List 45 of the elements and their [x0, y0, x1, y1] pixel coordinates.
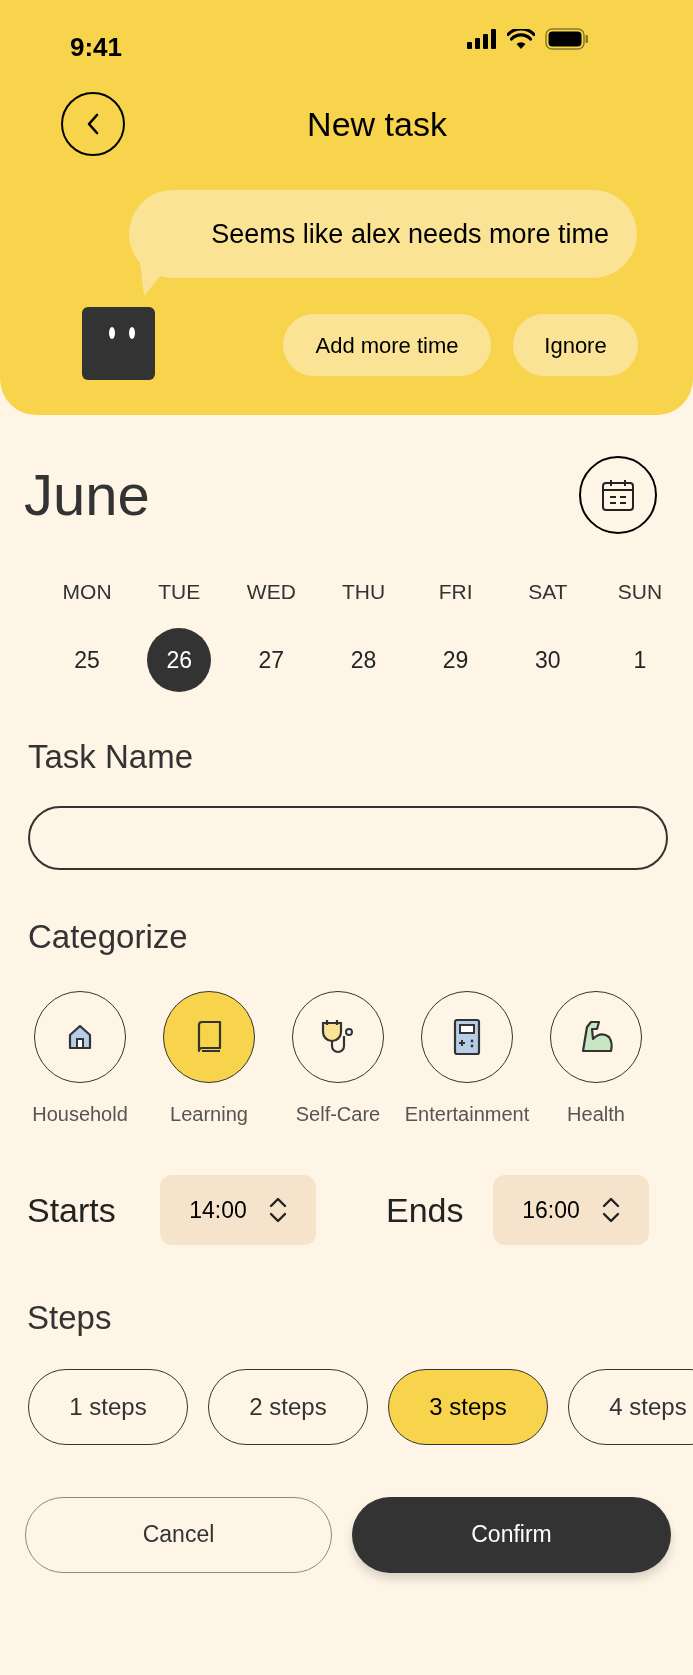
date-button[interactable]: 29 — [423, 628, 488, 692]
section-title: Categorize — [28, 916, 189, 957]
chevron-up-down-icon — [601, 1197, 620, 1223]
confirm-button[interactable]: Confirm — [352, 1496, 671, 1573]
date-button[interactable]: 28 — [331, 628, 396, 692]
action-button[interactable]: Add more time — [283, 314, 491, 376]
weekday-label: FRI — [438, 579, 473, 605]
chevron-up-down-icon — [268, 1197, 287, 1223]
category-label: Self-Care — [295, 1102, 381, 1127]
calendar-button[interactable] — [579, 455, 657, 534]
status-time: 9:41 — [70, 31, 123, 64]
section-title: Steps — [27, 1298, 113, 1338]
weekday-label: TUE — [158, 579, 201, 605]
game-console-icon — [453, 1018, 481, 1056]
battery-icon — [545, 28, 589, 50]
speech-bubble: Seems like alex needs more time — [129, 190, 637, 278]
category-label: Household — [32, 1102, 128, 1127]
end-time-picker[interactable]: 16:00 — [493, 1175, 649, 1245]
step-option[interactable]: 3 steps — [388, 1368, 548, 1445]
weekday-label: THU — [341, 579, 386, 605]
signal-icon — [467, 29, 497, 49]
end-label: Ends — [386, 1189, 465, 1231]
back-button[interactable] — [61, 92, 125, 156]
task-name-field[interactable] — [28, 805, 668, 870]
date-button[interactable]: 26 — [147, 628, 212, 692]
action-button[interactable]: Ignore — [513, 314, 638, 376]
weekday-label: MON — [62, 579, 112, 605]
start-time-picker[interactable]: 14:00 — [160, 1175, 316, 1245]
back-icon — [86, 113, 100, 135]
month-title: June — [24, 461, 150, 529]
date-button[interactable]: 27 — [239, 628, 304, 692]
date-button[interactable]: 30 — [515, 628, 580, 692]
start-label: Starts — [27, 1189, 117, 1231]
weekday-label: WED — [246, 579, 296, 605]
wifi-icon — [507, 29, 535, 49]
weekday-label: SAT — [528, 579, 568, 605]
date-button[interactable]: 1 — [607, 628, 672, 692]
screen-title: New task — [306, 103, 448, 145]
weekday-label: SUN — [617, 579, 663, 605]
calendar-icon — [601, 477, 635, 512]
category-label: Entertainment — [404, 1102, 530, 1127]
section-title: Task Name — [28, 737, 195, 777]
category-label: Health — [567, 1102, 625, 1127]
category-label: Learning — [170, 1102, 248, 1127]
date-button[interactable]: 25 — [55, 628, 120, 692]
